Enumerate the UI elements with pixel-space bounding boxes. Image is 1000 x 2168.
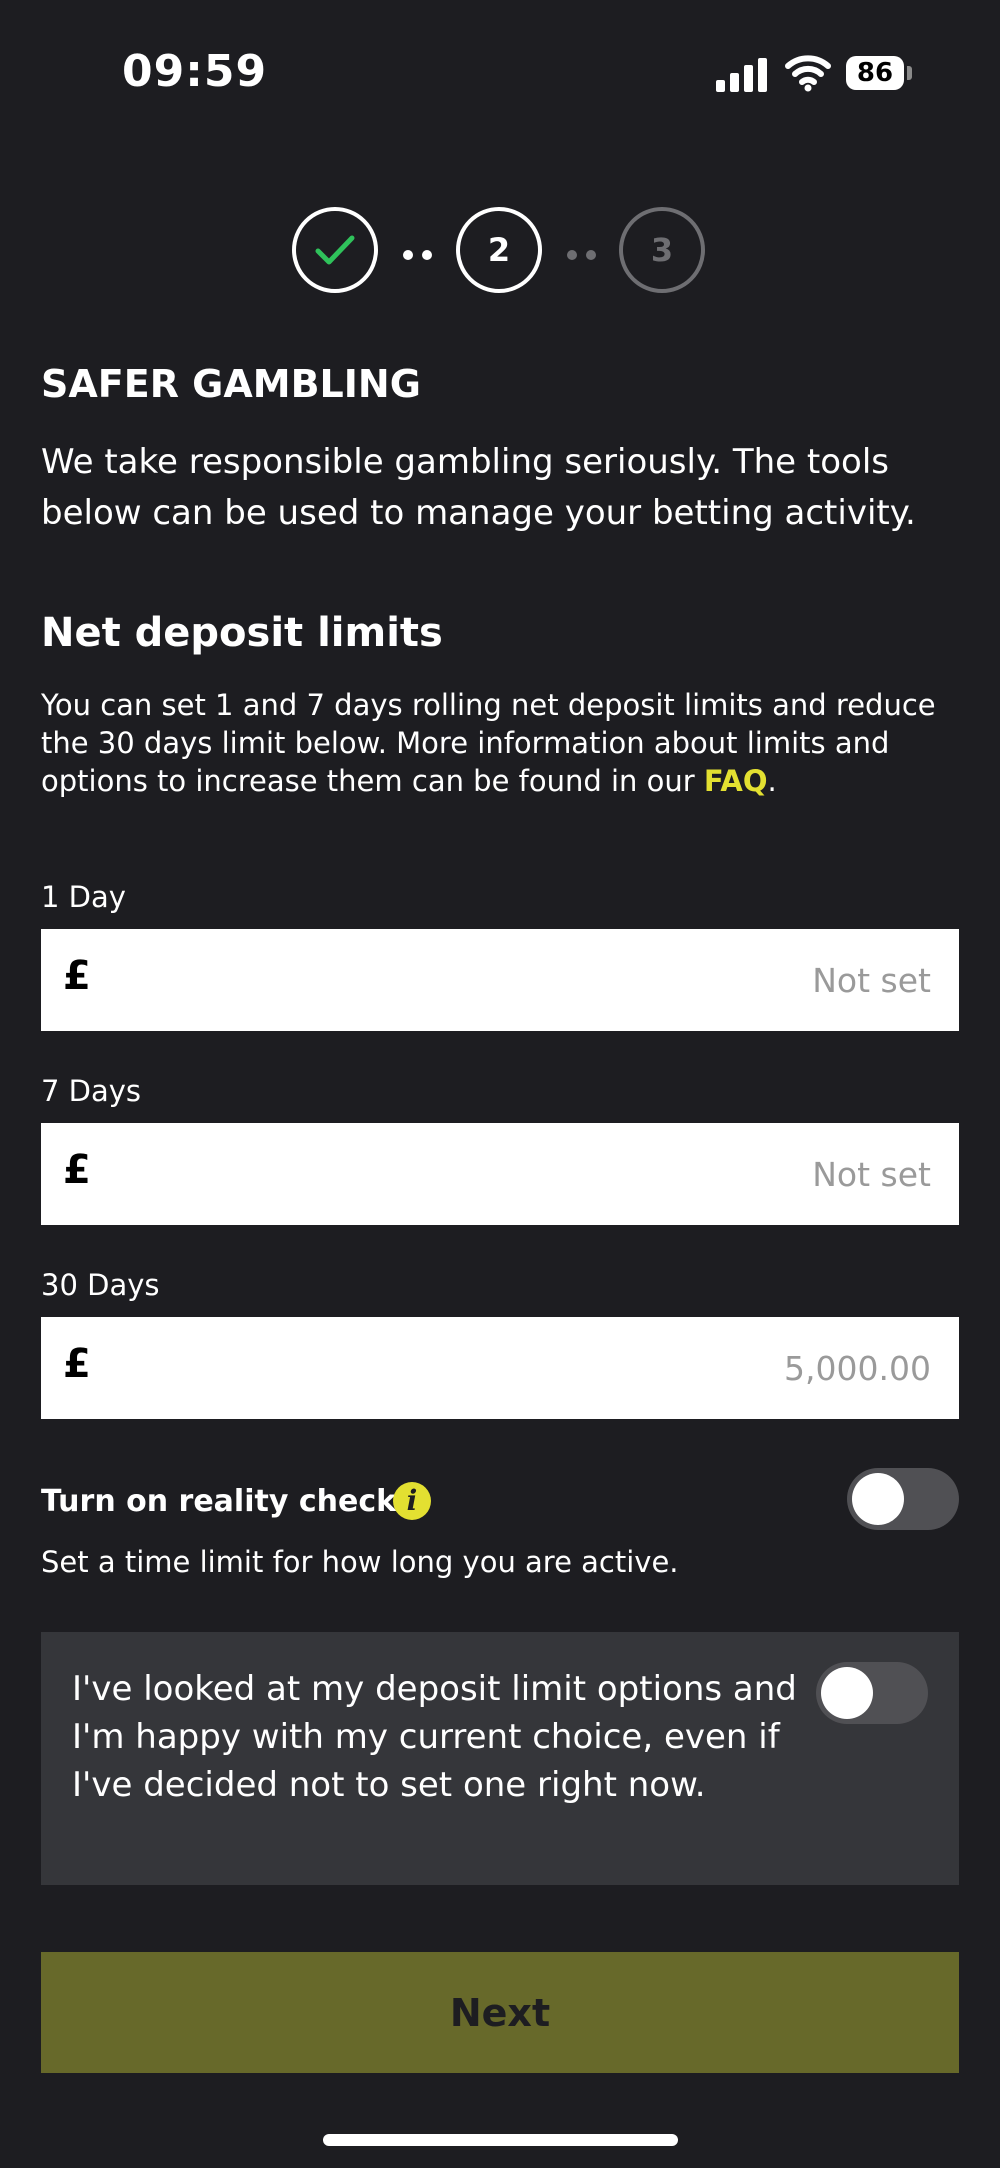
cellular-signal-icon (716, 56, 770, 92)
status-time: 09:59 (122, 46, 268, 97)
field-label-7-days: 7 Days (41, 1074, 142, 1108)
stepper-dot (567, 250, 577, 260)
pound-icon: £ (63, 953, 91, 999)
deposit-limit-1-day-field: £ (41, 929, 959, 1031)
deposit-limit-30-days-field: £ (41, 1317, 959, 1419)
step-3-upcoming: 3 (619, 207, 705, 293)
deposit-limits-heading: Net deposit limits (41, 610, 443, 656)
deposit-limit-1-day-input[interactable] (131, 929, 931, 1031)
stepper-dot (586, 250, 596, 260)
next-button[interactable]: Next (41, 1952, 959, 2073)
battery-tip-icon (907, 66, 912, 80)
description-period: . (767, 764, 777, 798)
step-2-current: 2 (456, 207, 542, 293)
confirmation-text: I've looked at my deposit limit options … (72, 1669, 797, 1805)
field-label-1-day: 1 Day (41, 880, 126, 914)
reality-check-toggle[interactable] (847, 1468, 959, 1530)
toggle-knob (821, 1667, 873, 1719)
reality-check-description: Set a time limit for how long you are ac… (41, 1545, 679, 1579)
home-indicator (323, 2134, 678, 2146)
stepper-dot (403, 250, 413, 260)
wifi-icon (784, 52, 832, 92)
step-1-completed (292, 207, 378, 293)
deposit-limit-7-days-input[interactable] (131, 1123, 931, 1225)
stepper-dot (422, 250, 432, 260)
pound-icon: £ (63, 1147, 91, 1193)
faq-link[interactable]: FAQ (704, 764, 768, 798)
deposit-limit-30-days-input[interactable] (131, 1317, 931, 1419)
battery-icon: 86 (846, 56, 904, 90)
info-icon[interactable]: i (393, 1482, 431, 1520)
checkmark-icon (315, 235, 355, 265)
reality-check-label: Turn on reality check (41, 1484, 397, 1519)
page-title: SAFER GAMBLING (41, 362, 421, 406)
deposit-description-text: You can set 1 and 7 days rolling net dep… (41, 688, 936, 798)
intro-text: We take responsible gambling seriously. … (41, 442, 916, 533)
deposit-limits-description: You can set 1 and 7 days rolling net dep… (41, 686, 941, 800)
confirmation-toggle[interactable] (816, 1662, 928, 1724)
toggle-knob (852, 1473, 904, 1525)
field-label-30-days: 30 Days (41, 1268, 160, 1302)
pound-icon: £ (63, 1341, 91, 1387)
deposit-limit-7-days-field: £ (41, 1123, 959, 1225)
